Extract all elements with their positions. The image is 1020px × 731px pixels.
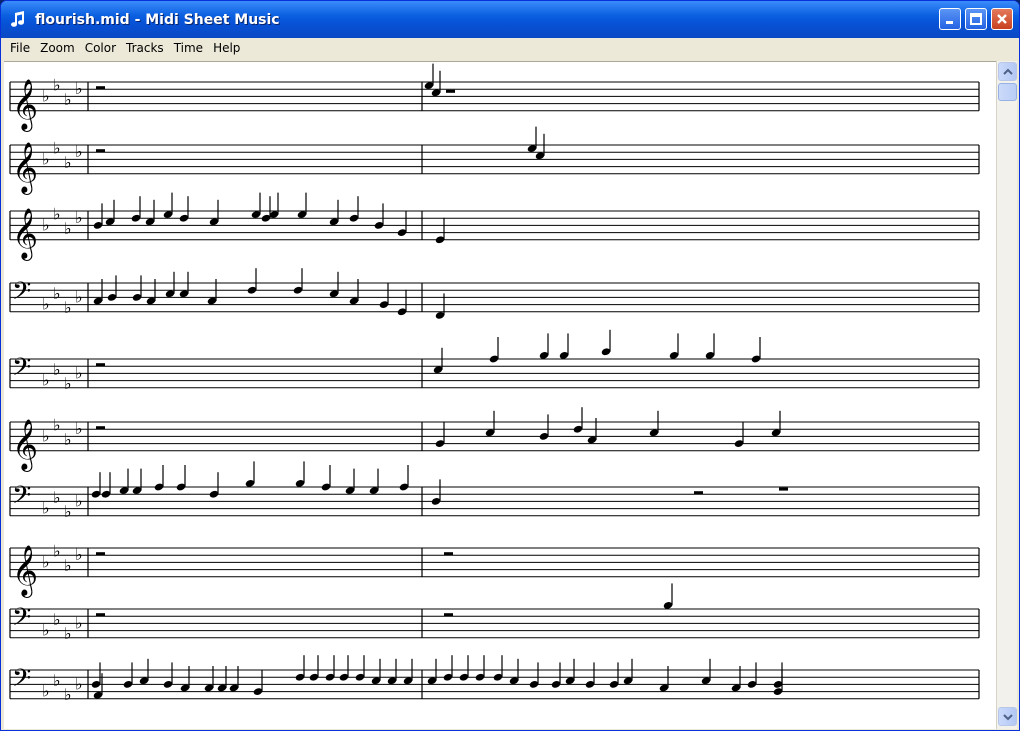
window-title: flourish.mid - Midi Sheet Music [35, 11, 280, 28]
flat-icon: ♭ [75, 287, 83, 306]
flat-icon: ♭ [53, 205, 61, 224]
rest-icon [96, 363, 105, 367]
rest-icon [96, 552, 105, 556]
flat-icon: ♭ [64, 624, 72, 643]
rest-icon [96, 86, 105, 90]
scroll-down-icon[interactable] [998, 707, 1017, 726]
flat-icon: ♭ [75, 545, 83, 564]
flat-icon: ♭ [42, 149, 50, 168]
flat-icon: ♭ [42, 621, 50, 640]
menu-color[interactable]: Color [80, 39, 121, 58]
flat-icon: ♭ [42, 426, 50, 445]
title-bar[interactable]: flourish.mid - Midi Sheet Music [1, 1, 1019, 38]
flat-icon: ♭ [75, 208, 83, 227]
bass-clef-icon: 𝄢 [12, 481, 31, 516]
score-canvas: 𝄞 ♭♭♭♭𝄞 ♭♭♭♭𝄞 ♭♭♭♭𝄢 ♭♭♭♭𝄢 ♭♭♭♭𝄞 ♭♭♭♭𝄢 ♭♭♭♭𝄞 ♭♭♭♭… [9, 63, 980, 704]
flat-icon: ♭ [75, 419, 83, 438]
flat-icon: ♭ [53, 284, 61, 303]
treble-clef-icon: 𝄞 [12, 208, 38, 261]
flat-icon: ♭ [42, 499, 50, 518]
flat-icon: ♭ [42, 371, 50, 390]
vertical-scrollbar[interactable] [996, 61, 1017, 729]
scroll-thumb[interactable] [998, 83, 1017, 101]
bass-clef-icon: 𝄢 [12, 664, 31, 699]
flat-icon: ♭ [64, 90, 72, 109]
flat-icon: ♭ [42, 552, 50, 571]
flat-icon: ♭ [75, 79, 83, 98]
flat-icon: ♭ [42, 295, 50, 314]
flat-icon: ♭ [75, 613, 83, 632]
treble-clef-icon: 𝄞 [12, 79, 38, 132]
rest-icon [96, 149, 105, 153]
flat-icon: ♭ [53, 139, 61, 158]
flat-icon: ♭ [53, 416, 61, 435]
maximize-icon[interactable] [965, 8, 987, 30]
scroll-up-icon[interactable] [998, 62, 1017, 81]
close-icon[interactable] [991, 8, 1013, 30]
menu-help[interactable]: Help [208, 39, 245, 58]
flat-icon: ♭ [53, 542, 61, 561]
flat-icon: ♭ [53, 360, 61, 379]
flat-icon: ♭ [64, 153, 72, 172]
treble-clef-icon: 𝄞 [12, 419, 38, 472]
flat-icon: ♭ [53, 671, 61, 690]
rest-icon [96, 426, 105, 430]
menu-bar: File Zoom Color Tracks Time Help [1, 38, 1019, 59]
sheet-music-view[interactable]: 𝄞 ♭ ♭ ♭ ♭ 𝄞 ♭ ♭ ♭ ♭ 𝄞 ♭ ♭ ♭ ♭ 𝄢 ♭ ♭ ♭ ♭ 𝄢 ♭ ♭ ♭ ♭ 𝄞 ♭ ♭ ♭ ♭ 𝄢 ♭ ♭ ♭ ♭ 𝄞 ♭ ♭ ♭ ♭… [4, 61, 996, 729]
treble-clef-icon: 𝄞 [12, 545, 38, 598]
menu-tracks[interactable]: Tracks [121, 39, 169, 58]
flat-icon: ♭ [42, 682, 50, 701]
bass-clef-icon: 𝄢 [12, 603, 31, 638]
rest-icon [446, 89, 455, 93]
minimize-icon[interactable] [939, 8, 961, 30]
bass-clef-icon: 𝄢 [12, 277, 31, 312]
flat-icon: ♭ [75, 142, 83, 161]
rest-icon [779, 487, 788, 491]
flat-icon: ♭ [42, 86, 50, 105]
rest-icon [96, 613, 105, 617]
bass-clef-icon: 𝄢 [12, 353, 31, 388]
flat-icon: ♭ [53, 76, 61, 95]
app-window: flourish.mid - Midi Sheet Music File Zoo… [0, 0, 1020, 731]
flat-icon: ♭ [53, 488, 61, 507]
flat-icon: ♭ [75, 491, 83, 510]
flat-icon: ♭ [64, 556, 72, 575]
flat-icon: ♭ [75, 363, 83, 382]
rest-icon [444, 552, 453, 556]
music-note-icon [9, 10, 29, 30]
flat-icon: ♭ [42, 215, 50, 234]
menu-zoom[interactable]: Zoom [35, 39, 80, 58]
flat-icon: ♭ [64, 685, 72, 704]
flat-icon: ♭ [64, 430, 72, 449]
rest-icon [694, 491, 703, 495]
menu-file[interactable]: File [5, 39, 35, 58]
flat-icon: ♭ [64, 502, 72, 521]
flat-icon: ♭ [75, 674, 83, 693]
menu-time[interactable]: Time [169, 39, 208, 58]
treble-clef-icon: 𝄞 [12, 142, 38, 195]
flat-icon: ♭ [64, 219, 72, 238]
flat-icon: ♭ [53, 610, 61, 629]
flat-icon: ♭ [64, 298, 72, 317]
flat-icon: ♭ [64, 374, 72, 393]
rest-icon [444, 613, 453, 617]
